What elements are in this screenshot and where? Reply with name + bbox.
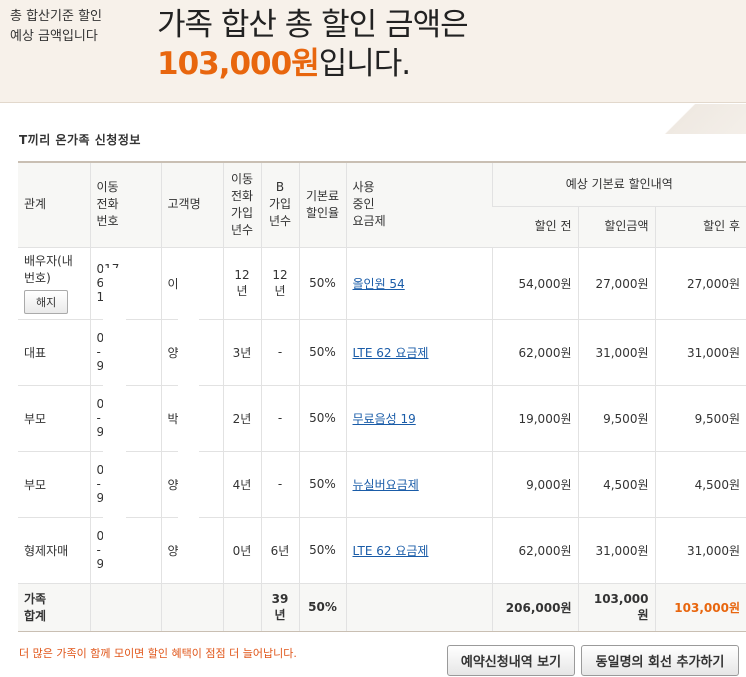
footer-note: 더 많은 가족이 함께 모이면 할인 혜택이 점점 더 늘어납니다. — [19, 647, 297, 660]
summary-banner: 총 합산기준 할인 예상 금액입니다 가족 합산 총 할인 금액은 103,00… — [0, 0, 746, 103]
header-mobile-years: 이동 전화 가입 년수 — [222, 161, 261, 248]
total-before: 206,000원 — [491, 583, 578, 632]
header-after: 할인 후 — [654, 206, 746, 248]
header-name: 고객명 — [160, 161, 223, 248]
family-plan-table: 관계 이동 전화 번호 고객명 이동 전화 가입 년수 B 가입 년수 기본료 할인율 사용 중인… — [18, 161, 746, 632]
panel-corner-decoration — [640, 104, 746, 134]
banner-amount-line: 103,000원입니다. — [157, 44, 411, 84]
header-discount: 할인금액 — [577, 206, 655, 248]
after-cell: 4,500원 — [654, 451, 746, 518]
after-cell: 31,000원 — [654, 517, 746, 584]
rate-cell: 50% — [298, 319, 346, 386]
banner-caption: 총 합산기준 할인 예상 금액입니다 — [10, 7, 102, 47]
plan-link[interactable]: 무료음성 19 — [353, 412, 416, 426]
table-row: 형제자매 0-9 양 0년 6년 50% LTE 62 요금제 62,000원 … — [18, 517, 746, 584]
before-cell: 62,000원 — [491, 517, 578, 584]
rate-cell: 50% — [298, 247, 346, 320]
plan-link[interactable]: LTE 62 요금제 — [353, 346, 429, 360]
discount-cell: 9,500원 — [577, 385, 655, 452]
plan-link[interactable]: 뉴실버요금제 — [353, 478, 419, 492]
rate-cell: 50% — [298, 385, 346, 452]
b-years-cell: - — [260, 451, 299, 518]
total-row: 가족 합계 39년 50% 206,000원 103,000원 103,000원 — [18, 583, 746, 632]
discount-cell: 4,500원 — [577, 451, 655, 518]
privacy-mask-phone — [103, 268, 126, 574]
b-years-cell: - — [260, 385, 299, 452]
table-row: 부모 0-9 박 2년 - 50% 무료음성 19 19,000원 9,500원… — [18, 385, 746, 452]
before-cell: 19,000원 — [491, 385, 578, 452]
header-plan: 사용 중인 요금제 — [345, 161, 492, 248]
total-discount: 103,000원 — [577, 583, 655, 632]
rate-cell: 50% — [298, 517, 346, 584]
mobile-years-cell: 4년 — [222, 451, 261, 518]
banner-caption-line1: 총 합산기준 할인 — [10, 9, 102, 24]
view-reservation-button[interactable]: 예약신청내역 보기 — [447, 645, 575, 676]
banner-caption-line2: 예상 금액입니다 — [10, 29, 98, 44]
total-b-years: 39년 — [260, 583, 299, 632]
discount-cell: 31,000원 — [577, 319, 655, 386]
relation-cell: 배우자(내 번호) 해지 — [18, 247, 90, 320]
plan-cell: 올인원 54 — [345, 247, 492, 320]
header-discount-group: 예상 기본료 할인내역 — [491, 161, 746, 207]
after-cell: 31,000원 — [654, 319, 746, 386]
header-phone: 이동 전화 번호 — [89, 161, 161, 248]
total-discount-amount: 103,000원 — [157, 46, 320, 82]
table-row: 배우자(내 번호) 해지 017-61 이 12년 12년 50% 올인원 54… — [18, 247, 746, 320]
table-row: 대표 0-9 양 3년 - 50% LTE 62 요금제 62,000원 31,… — [18, 319, 746, 386]
plan-cell: LTE 62 요금제 — [345, 319, 492, 386]
table-row: 부모 0-9 양 4년 - 50% 뉴실버요금제 9,000원 4,500원 4… — [18, 451, 746, 518]
relation-cell: 부모 — [18, 451, 90, 518]
plan-link[interactable]: 올인원 54 — [353, 277, 405, 291]
after-cell: 9,500원 — [654, 385, 746, 452]
banner-title: 가족 합산 총 할인 금액은 — [157, 7, 469, 43]
header-before: 할인 전 — [492, 206, 578, 248]
rate-cell: 50% — [298, 451, 346, 518]
relation-cell: 대표 — [18, 319, 90, 386]
b-years-cell: 6년 — [260, 517, 299, 584]
total-after: 103,000원 — [654, 583, 746, 632]
before-cell: 54,000원 — [491, 247, 578, 320]
plan-cell: LTE 62 요금제 — [345, 517, 492, 584]
b-years-cell: 12년 — [260, 247, 299, 320]
mobile-years-cell: 3년 — [222, 319, 261, 386]
privacy-mask-name — [178, 272, 199, 558]
header-discount-rate: 기본료 할인율 — [298, 161, 346, 248]
plan-link[interactable]: LTE 62 요금제 — [353, 544, 429, 558]
before-cell: 9,000원 — [491, 451, 578, 518]
plan-cell: 뉴실버요금제 — [345, 451, 492, 518]
mobile-years-cell: 0년 — [222, 517, 261, 584]
after-cell: 27,000원 — [654, 247, 746, 320]
mobile-years-cell: 2년 — [222, 385, 261, 452]
discount-cell: 31,000원 — [577, 517, 655, 584]
plan-cell: 무료음성 19 — [345, 385, 492, 452]
header-b-years: B 가입 년수 — [260, 161, 299, 248]
before-cell: 62,000원 — [491, 319, 578, 386]
cancel-member-button[interactable]: 해지 — [24, 290, 69, 314]
mobile-years-cell: 12년 — [222, 247, 261, 320]
header-relation: 관계 — [18, 161, 90, 248]
discount-cell: 27,000원 — [577, 247, 655, 320]
total-rate: 50% — [298, 583, 346, 632]
banner-title-suffix: 입니다. — [318, 46, 411, 82]
b-years-cell: - — [260, 319, 299, 386]
section-title: T끼리 온가족 신청정보 — [19, 133, 141, 147]
add-line-button[interactable]: 동일명의 회선 추가하기 — [581, 645, 739, 676]
total-label: 가족 합계 — [18, 583, 90, 632]
relation-cell: 형제자매 — [18, 517, 90, 584]
relation-cell: 부모 — [18, 385, 90, 452]
